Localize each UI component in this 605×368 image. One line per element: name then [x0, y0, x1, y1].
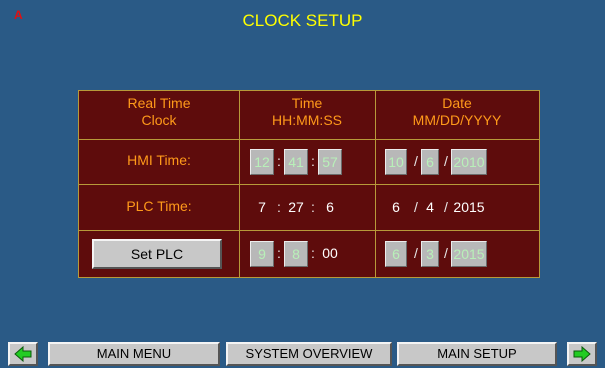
plc-time-label: PLC Time:: [126, 198, 192, 214]
date-separator: /: [414, 153, 418, 169]
hmi-hour-field: 12: [250, 149, 274, 175]
grid-divider: [79, 139, 539, 140]
set-day-input[interactable]: 3: [421, 241, 439, 267]
header-date: Date MM/DD/YYYY: [375, 95, 539, 135]
set-plc-button[interactable]: Set PLC: [92, 239, 222, 269]
clock-setup-table: Real Time Clock Time HH:MM:SS Date MM/DD…: [78, 90, 540, 278]
time-separator: :: [311, 153, 315, 169]
main-setup-button[interactable]: MAIN SETUP: [397, 342, 557, 366]
time-separator: :: [277, 153, 281, 169]
main-menu-button[interactable]: MAIN MENU: [48, 342, 220, 366]
hmi-time-label: HMI Time:: [127, 152, 191, 168]
grid-divider: [79, 230, 539, 231]
header-real-time-clock-line2: Clock: [141, 112, 177, 128]
set-year-input[interactable]: 2015: [451, 241, 487, 267]
date-separator: /: [444, 153, 448, 169]
left-arrow-icon: [14, 346, 32, 362]
time-separator: :: [311, 199, 315, 215]
header-real-time-clock-line1: Real Time: [127, 95, 191, 111]
header-time-line2: HH:MM:SS: [272, 112, 342, 128]
set-second-value: 00: [322, 245, 338, 261]
date-separator: /: [444, 245, 448, 261]
time-separator: :: [311, 245, 315, 261]
hmi-month-field: 10: [385, 149, 407, 175]
hmi-day-field: 6: [421, 149, 439, 175]
date-separator: /: [414, 245, 418, 261]
header-date-line1: Date: [442, 95, 472, 111]
time-separator: :: [277, 199, 281, 215]
time-separator: :: [277, 245, 281, 261]
date-separator: /: [414, 199, 418, 215]
set-minute-input[interactable]: 8: [284, 241, 308, 267]
hmi-second-field: 57: [318, 149, 342, 175]
plc-day-value: 4: [426, 199, 434, 215]
hmi-year-field: 2010: [451, 149, 487, 175]
header-date-line2: MM/DD/YYYY: [412, 112, 502, 128]
system-overview-button[interactable]: SYSTEM OVERVIEW: [226, 342, 392, 366]
plc-month-value: 6: [392, 199, 400, 215]
right-arrow-icon: [573, 346, 591, 362]
hmi-minute-field: 41: [284, 149, 308, 175]
date-separator: /: [444, 199, 448, 215]
plc-minute-value: 27: [288, 199, 304, 215]
next-screen-button[interactable]: [567, 342, 597, 366]
plc-hour-value: 7: [258, 199, 266, 215]
set-hour-input[interactable]: 9: [250, 241, 274, 267]
prev-screen-button[interactable]: [8, 342, 38, 366]
header-real-time-clock: Real Time Clock: [79, 95, 239, 135]
set-month-input[interactable]: 6: [385, 241, 407, 267]
header-time-line1: Time: [291, 95, 323, 111]
header-time: Time HH:MM:SS: [239, 95, 375, 135]
grid-divider: [79, 184, 539, 185]
page-title: CLOCK SETUP: [242, 11, 363, 30]
plc-year-value: 2015: [453, 199, 485, 215]
plc-second-value: 6: [326, 199, 334, 215]
